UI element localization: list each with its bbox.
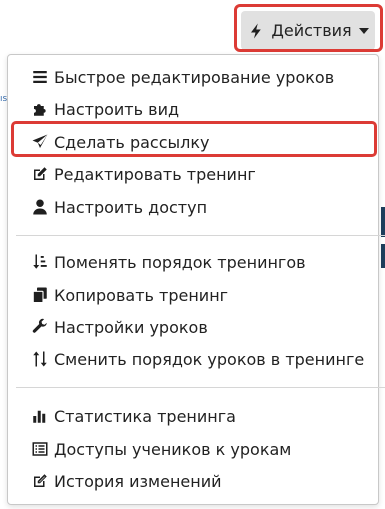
menu-item-quick-edit-lessons[interactable]: Быстрое редактирование уроков: [30, 63, 334, 91]
menu-item-label: Доступы учеников к урокам: [54, 439, 292, 459]
send-mailing-highlight: [11, 121, 377, 157]
menu-item-label: Настройки уроков: [54, 317, 208, 337]
menu-item-reorder-trainings[interactable]: Поменять порядок тренингов: [30, 248, 306, 276]
menu-item-student-lesson-access[interactable]: Доступы учеников к урокам: [30, 435, 291, 463]
menu-item-training-statistics[interactable]: Статистика тренинга: [30, 402, 236, 430]
puzzle-icon: [30, 99, 50, 119]
wrench-icon: [30, 317, 50, 337]
menu-item-copy-training[interactable]: Копировать тренинг: [30, 281, 228, 309]
menu-item-label: Редактировать тренинг: [54, 164, 256, 184]
copy-icon: [30, 285, 50, 305]
menu-item-label: Поменять порядок тренингов: [54, 252, 306, 272]
menu-item-label: История изменений: [54, 471, 222, 491]
menu-divider: [16, 387, 385, 388]
menu-item-label: Копировать тренинг: [54, 285, 229, 305]
menu-item-label: Быстрое редактирование уроков: [54, 67, 335, 87]
background-element: [381, 244, 385, 268]
menu-item-label: Настроить вид: [54, 99, 180, 119]
edit-outline-icon: [30, 471, 50, 491]
background-element: [381, 207, 385, 237]
list-icon: [30, 67, 50, 87]
list-alt-icon: [30, 439, 50, 459]
sort-arrows-icon: [30, 349, 50, 369]
menu-item-change-history[interactable]: История изменений: [30, 467, 222, 495]
bar-chart-icon: [30, 406, 50, 426]
menu-item-lesson-settings[interactable]: Настройки уроков: [30, 313, 208, 341]
menu-item-configure-access[interactable]: Настроить доступ: [30, 193, 207, 221]
user-icon: [30, 197, 50, 217]
menu-item-label: Статистика тренинга: [54, 406, 236, 426]
actions-button-highlight: [234, 4, 383, 52]
menu-item-label: Настроить доступ: [54, 197, 208, 217]
sort-amount-icon: [30, 252, 50, 272]
menu-divider: [16, 235, 385, 236]
edit-icon: [30, 164, 50, 184]
menu-item-configure-view[interactable]: Настроить вид: [30, 95, 179, 123]
menu-item-label: Сменить порядок уроков в тренинге: [54, 349, 365, 369]
menu-item-edit-training[interactable]: Редактировать тренинг: [30, 160, 256, 188]
menu-item-reorder-lessons[interactable]: Сменить порядок уроков в тренинге: [30, 345, 364, 373]
